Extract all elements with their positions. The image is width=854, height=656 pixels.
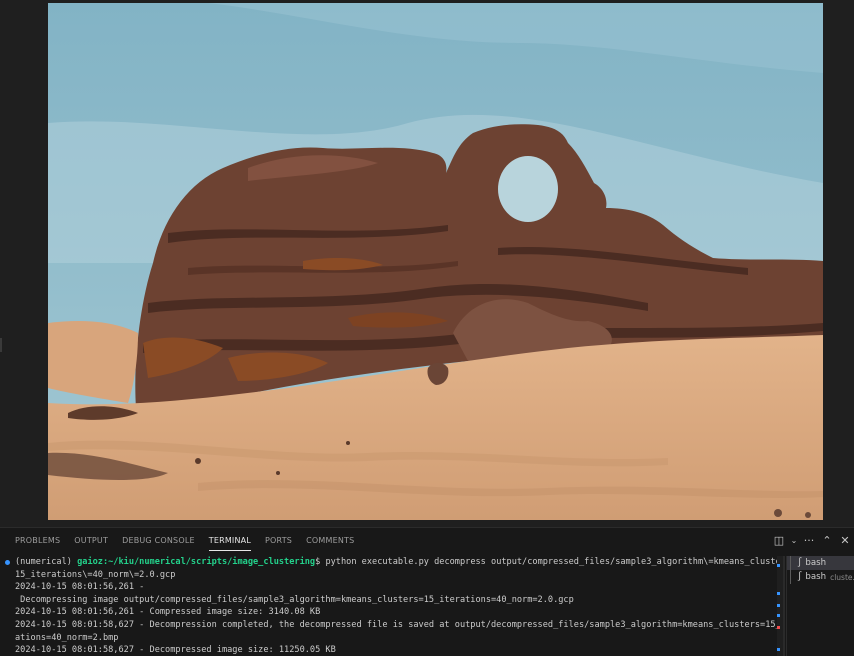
tab-label: PORTS [265, 536, 293, 545]
scrollbar-thumb[interactable] [783, 556, 785, 656]
scroll-marker [777, 614, 780, 617]
more-actions-icon[interactable]: ··· [802, 532, 816, 550]
terminal-bash-icon: ∫ [797, 558, 803, 568]
tree-guide [790, 570, 791, 584]
terminal-output[interactable]: (numerical) gaioz:~/kiu/numerical/script… [0, 556, 777, 656]
tab-terminal[interactable]: TERMINAL [202, 528, 258, 554]
terminal-tab-cwd: cluste... [830, 572, 854, 582]
terminal-line: 2024-10-15 08:01:58,627 - Decompression … [15, 619, 777, 630]
tab-output[interactable]: OUTPUT [67, 528, 115, 554]
terminal-line: 2024-10-15 08:01:58,627 - Decompressed i… [15, 645, 336, 656]
close-panel-icon[interactable]: ✕ [838, 532, 852, 550]
prompt-symbol: $ [315, 557, 326, 567]
prompt-user-path: gaioz:~/kiu/numerical/scripts/image_clus… [77, 557, 316, 567]
command-decoration-icon[interactable] [5, 560, 10, 565]
terminal-tabs-list: ∫ bash ∫ bash cluste... [786, 556, 854, 656]
terminal-line: 2024-10-15 08:01:56,261 - [15, 582, 145, 593]
tab-problems[interactable]: PROBLEMS [0, 528, 67, 554]
tab-ports[interactable]: PORTS [258, 528, 299, 554]
panel-tabs: PROBLEMS OUTPUT DEBUG CONSOLE TERMINAL P… [0, 528, 780, 554]
terminal-prompt-line: (numerical) gaioz:~/kiu/numerical/script… [0, 556, 777, 569]
scroll-marker [777, 604, 780, 607]
terminal-line: 15_iterations\=40_norm\=2.0.gcp [15, 569, 176, 580]
terminal-tab-label: bash [805, 558, 827, 568]
split-dropdown-icon[interactable]: ⌄ [790, 532, 798, 550]
tab-label: PROBLEMS [15, 536, 61, 545]
split-terminal-icon[interactable]: ◫ [772, 532, 786, 550]
scroll-marker [777, 648, 780, 651]
scroll-marker [777, 564, 780, 567]
terminal-bash-icon: ∫ [797, 572, 803, 582]
preview-image [48, 3, 823, 520]
terminal-tab-label: bash [805, 572, 827, 582]
terminal-tab-bash[interactable]: ∫ bash cluste... [787, 570, 854, 584]
tab-label: OUTPUT [74, 536, 109, 545]
tab-label: COMMENTS [306, 536, 355, 545]
panel-actions: ◫ ⌄ ··· ⌃ ✕ [772, 528, 854, 554]
bottom-panel: PROBLEMS OUTPUT DEBUG CONSOLE TERMINAL P… [0, 527, 854, 656]
tab-label: TERMINAL [208, 536, 252, 551]
scroll-marker [777, 592, 780, 595]
terminal-scrollbar[interactable] [777, 556, 785, 656]
tab-label: DEBUG CONSOLE [122, 536, 195, 545]
maximize-panel-icon[interactable]: ⌃ [820, 532, 834, 550]
tree-guide [790, 556, 791, 570]
tab-debug-console[interactable]: DEBUG CONSOLE [115, 528, 202, 554]
terminal-line: ations=40_norm=2.bmp [15, 632, 119, 643]
terminal-line: Decompressing image output/compressed_fi… [15, 594, 574, 605]
prompt-env: (numerical) [15, 557, 78, 567]
scroll-marker [777, 626, 780, 629]
sash-handle[interactable] [0, 338, 2, 352]
terminal-tab-bash[interactable]: ∫ bash [787, 556, 854, 570]
terminal-line: 2024-10-15 08:01:56,261 - Compressed ima… [15, 607, 321, 618]
image-viewer [0, 0, 854, 527]
tab-comments[interactable]: COMMENTS [299, 528, 361, 554]
prompt-command: python executable.py decompress output/c… [325, 557, 777, 567]
